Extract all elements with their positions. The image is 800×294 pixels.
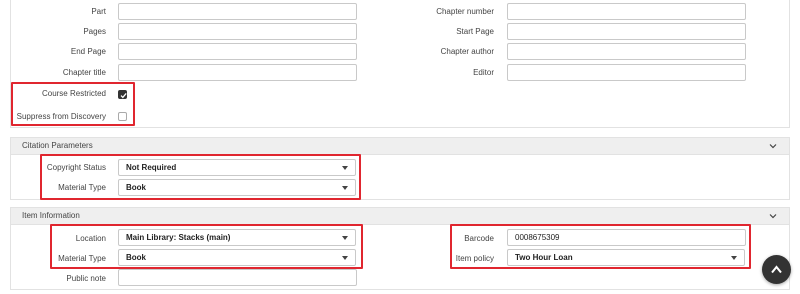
pages-input[interactable] — [118, 23, 357, 40]
end-page-label: End Page — [70, 47, 106, 56]
item-information-header[interactable]: Item Information — [10, 207, 790, 225]
chevron-down-icon[interactable] — [767, 210, 779, 222]
editor-label: Editor — [473, 68, 494, 77]
chapter-title-input[interactable] — [118, 64, 357, 81]
arrow-up-icon — [771, 265, 782, 274]
chapter-author-label: Chapter author — [440, 47, 494, 56]
chapter-number-label: Chapter number — [436, 7, 494, 16]
editor-input[interactable] — [507, 64, 746, 81]
citation-parameters-header[interactable]: Citation Parameters — [10, 137, 790, 155]
chapter-title-label: Chapter title — [62, 68, 106, 77]
start-page-input[interactable] — [507, 23, 746, 40]
scroll-to-top-button[interactable] — [762, 255, 791, 284]
public-note-input[interactable] — [118, 269, 357, 286]
start-page-label: Start Page — [456, 27, 494, 36]
part-label: Part — [91, 7, 106, 16]
highlight-location-material — [50, 224, 363, 269]
public-note-label: Public note — [66, 274, 106, 283]
chapter-number-input[interactable] — [507, 3, 746, 20]
item-information-title: Item Information — [22, 211, 80, 220]
chapter-author-input[interactable] — [507, 43, 746, 60]
pages-label: Pages — [83, 27, 106, 36]
end-page-input[interactable] — [118, 43, 357, 60]
highlight-barcode-policy — [450, 224, 751, 269]
chevron-down-icon[interactable] — [767, 140, 779, 152]
highlight-checkboxes — [11, 82, 135, 126]
part-input[interactable] — [118, 3, 357, 20]
highlight-citation-parameters — [40, 154, 361, 200]
citation-parameters-title: Citation Parameters — [22, 141, 93, 150]
